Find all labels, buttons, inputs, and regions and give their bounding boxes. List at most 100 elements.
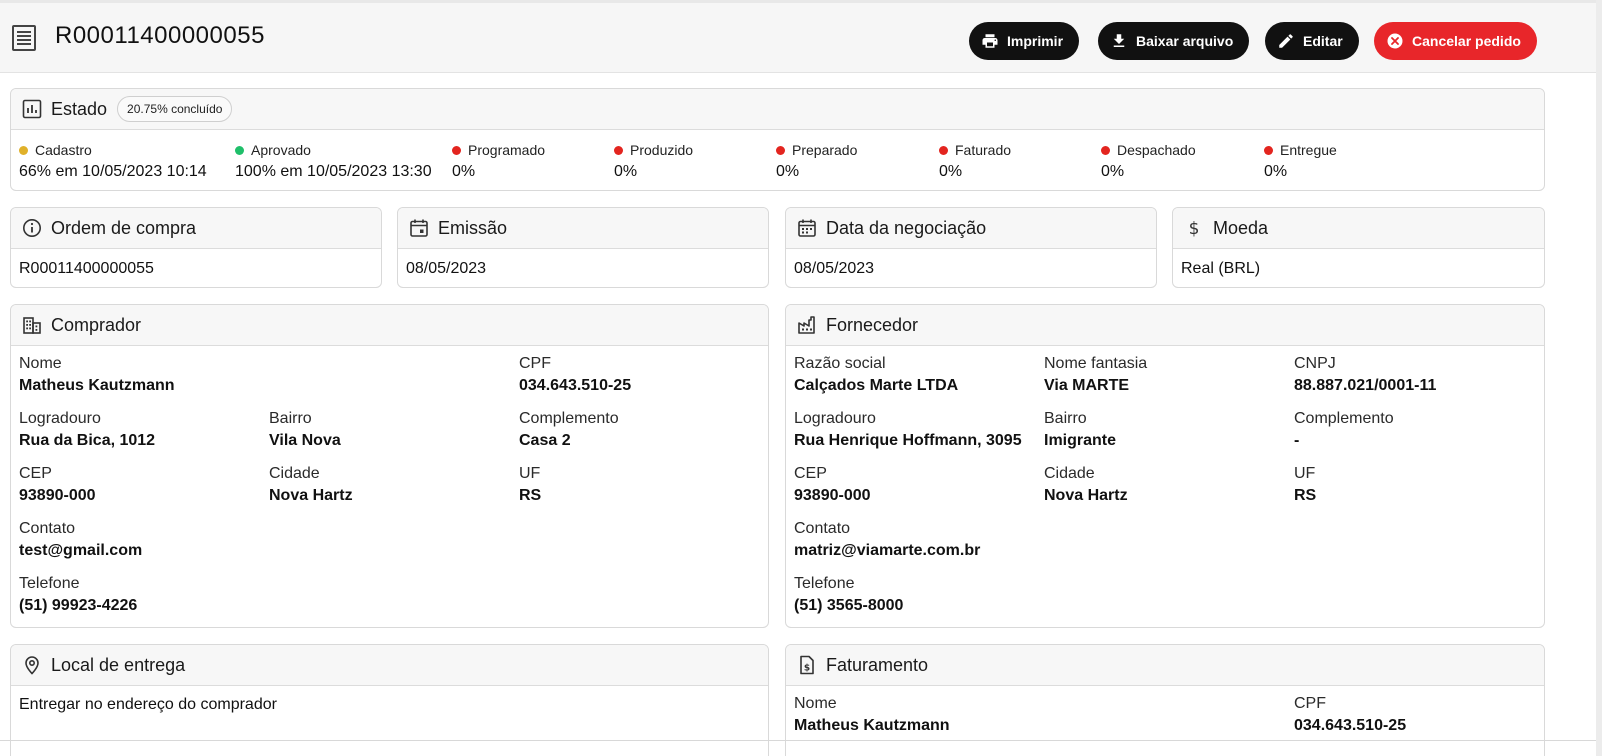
stage-label: Produzido (630, 142, 694, 158)
field-value: 93890-000 (794, 487, 871, 504)
calendar-icon (408, 217, 430, 239)
currency-title: Moeda (1213, 217, 1269, 238)
field-value: Matheus Kautzmann (19, 377, 175, 394)
field-label: CNPJ (1294, 355, 1336, 372)
billing-nome-field: Nome Matheus Kautzmann (794, 695, 950, 735)
building-icon (21, 314, 43, 336)
supplier-bairro-field: Bairro Imigrante (1044, 410, 1116, 450)
buyer-cep-field: CEP 93890-000 (19, 465, 96, 505)
viewport-bottom-border (0, 740, 1596, 741)
status-card: Estado 20.75% concluído Cadastro 66% em … (10, 88, 1545, 191)
supplier-cidade-field: Cidade Nova Hartz (1044, 465, 1128, 505)
field-label: CPF (519, 355, 551, 372)
download-button-label: Baixar arquivo (1136, 33, 1234, 49)
status-title: Estado (51, 98, 108, 119)
status-dot (235, 145, 244, 155)
stage-preparado: Preparado 0% (776, 142, 857, 181)
delivery-value: Entregar no endereço do comprador (19, 696, 277, 713)
vertical-scrollbar[interactable] (1596, 0, 1602, 756)
supplier-uf-field: UF RS (1294, 465, 1316, 505)
field-label: Logradouro (19, 410, 101, 427)
buyer-nome-field: Nome Matheus Kautzmann (19, 355, 175, 395)
field-label: Contato (19, 520, 76, 537)
field-label: Nome fantasia (1044, 355, 1148, 372)
pencil-icon (1279, 34, 1293, 48)
supplier-title: Fornecedor (826, 314, 919, 335)
buyer-title: Comprador (51, 314, 142, 335)
supplier-card: Fornecedor Razão social Calçados Marte LT… (785, 304, 1545, 628)
currency-card: $ Moeda Real (BRL) (1172, 207, 1545, 288)
field-value: 034.643.510-25 (519, 377, 632, 394)
document-list-icon (12, 25, 36, 51)
field-value: (51) 3565-8000 (794, 597, 904, 614)
field-value: Matheus Kautzmann (794, 717, 950, 734)
field-label: UF (519, 465, 541, 482)
status-dot (452, 145, 461, 155)
status-dot (939, 145, 948, 155)
download-button[interactable]: Baixar arquivo (1098, 22, 1250, 60)
cancel-order-button[interactable]: Cancelar pedido (1374, 22, 1537, 60)
field-value: Via MARTE (1044, 377, 1130, 394)
field-value: Rua da Bica, 1012 (19, 432, 156, 449)
field-label: Contato (794, 520, 851, 537)
stage-value: 0% (1101, 163, 1125, 180)
supplier-cnpj-field: CNPJ 88.887.021/0001-11 (1294, 355, 1436, 395)
delivery-title: Local de entrega (51, 654, 186, 675)
print-button[interactable]: Imprimir (969, 22, 1080, 60)
buyer-bairro-field: Bairro Vila Nova (269, 410, 341, 450)
buyer-logradouro-field: Logradouro Rua da Bica, 1012 (19, 410, 155, 450)
supplier-telefone-field: Telefone (51) 3565-8000 (794, 575, 903, 615)
edit-button[interactable]: Editar (1265, 22, 1359, 60)
field-label: Telefone (19, 575, 80, 592)
stage-value: 0% (939, 163, 963, 180)
billing-cpf-field: CPF 034.643.510-25 (1294, 695, 1406, 735)
stage-produzido: Produzido 0% (614, 142, 693, 181)
supplier-cep-field: CEP 93890-000 (794, 465, 871, 505)
field-value: 93890-000 (19, 487, 96, 504)
status-dot (1101, 145, 1110, 155)
field-label: Razão social (794, 355, 886, 372)
field-label: Logradouro (794, 410, 876, 427)
field-value: RS (519, 487, 542, 504)
dollar-icon: $ (1183, 217, 1205, 239)
stage-value: 0% (452, 163, 476, 180)
buyer-contato-field: Contato test@gmail.com (19, 520, 142, 560)
buyer-complemento-field: Complemento Casa 2 (519, 410, 619, 450)
stage-despachado: Despachado 0% (1101, 142, 1196, 181)
field-label: Nome (794, 695, 837, 712)
download-icon (1113, 34, 1125, 47)
supplier-fantasia-field: Nome fantasia Via MARTE (1044, 355, 1147, 395)
stage-value: 0% (1264, 163, 1288, 180)
stage-faturado: Faturado 0% (939, 142, 1011, 181)
location-pin-icon (21, 654, 43, 676)
field-label: Complemento (1294, 410, 1394, 427)
order-title: Ordem de compra (51, 217, 197, 238)
stage-value: 100% em 10/05/2023 13:30 (235, 163, 432, 180)
field-value: Vila Nova (269, 432, 341, 449)
field-value: test@gmail.com (19, 542, 143, 559)
page-title: R00011400000055 (55, 22, 265, 49)
issue-date: 08/05/2023 (406, 260, 487, 277)
stage-value: 0% (614, 163, 638, 180)
field-value: Calçados Marte LTDA (794, 377, 959, 394)
field-value: (51) 99923-4226 (19, 597, 138, 614)
stage-label: Preparado (792, 142, 858, 158)
field-value: 88.887.021/0001-11 (1294, 377, 1437, 394)
stage-label: Entregue (1280, 142, 1337, 158)
buyer-uf-field: UF RS (519, 465, 541, 505)
field-label: Complemento (519, 410, 619, 427)
stage-label: Cadastro (35, 142, 92, 158)
buyer-telefone-field: Telefone (51) 99923-4226 (19, 575, 137, 615)
billing-title: Faturamento (826, 654, 929, 675)
svg-text:$: $ (804, 664, 810, 674)
field-label: Bairro (269, 410, 312, 427)
field-label: CEP (794, 465, 827, 482)
field-label: Telefone (794, 575, 855, 592)
order-number: R00011400000055 (19, 260, 154, 277)
status-card-header: Estado 20.75% concluído (11, 89, 1544, 130)
field-value: - (1294, 432, 1300, 449)
calendar-grid-icon (796, 217, 818, 239)
issue-date-card: Emissão 08/05/2023 (397, 207, 769, 288)
stage-label: Aprovado (251, 142, 311, 158)
field-value: Casa 2 (519, 432, 571, 449)
